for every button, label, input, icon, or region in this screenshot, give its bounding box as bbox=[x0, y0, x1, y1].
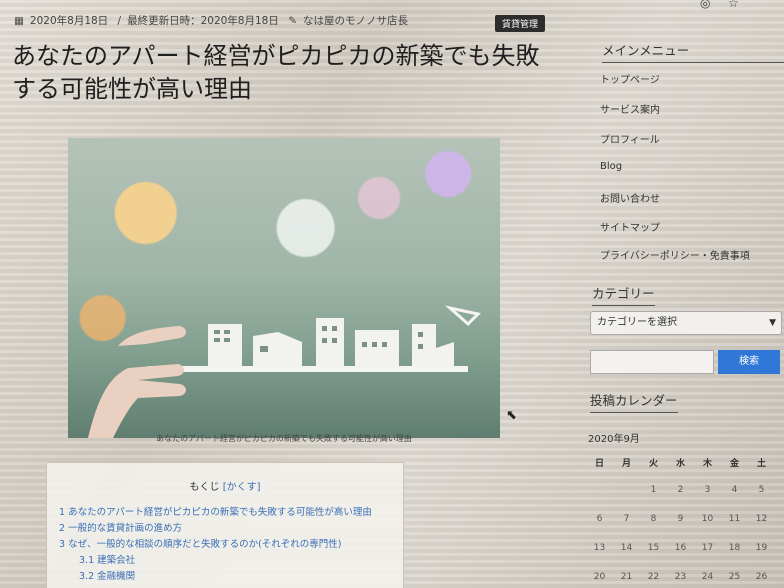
calendar-day: 6 bbox=[596, 514, 603, 524]
category-title: カテゴリー bbox=[592, 283, 655, 306]
calendar-day: 15 bbox=[647, 543, 660, 553]
calendar-day: 11 bbox=[728, 514, 741, 524]
calendar-icon: ▦ bbox=[14, 15, 24, 27]
toc-subitem[interactable]: 3.1 建築会社 bbox=[59, 553, 403, 569]
star-icon[interactable]: ☆ bbox=[728, 0, 739, 10]
browser-icon[interactable]: ◎ bbox=[700, 0, 710, 10]
weekday-label: 木 bbox=[702, 459, 712, 469]
calendar-day: 26 bbox=[755, 572, 768, 582]
toc-item[interactable]: 1 あなたのアパート経営がピカピカの新築でも失敗する可能性が高い理由 bbox=[59, 505, 403, 521]
weekday-label: 月 bbox=[621, 459, 631, 469]
calendar-day: 5 bbox=[758, 485, 765, 495]
calendar-day: 19 bbox=[755, 543, 768, 553]
toc-toggle-link[interactable]: [かくす] bbox=[223, 482, 261, 493]
menu-item-top[interactable]: トップページ bbox=[600, 71, 660, 86]
weekday-label: 火 bbox=[648, 459, 658, 469]
calendar-day: 3 bbox=[704, 485, 711, 495]
toc-item[interactable]: 2 一般的な賃貸計画の進め方 bbox=[59, 521, 403, 537]
calendar-day: 13 bbox=[593, 543, 606, 553]
toc-item[interactable]: 3 なぜ、一般的な相談の順序だと失敗するのか(それぞれの専門性) bbox=[59, 537, 403, 553]
menu-item-blog[interactable]: Blog bbox=[600, 161, 622, 172]
calendar-day: 2 bbox=[677, 485, 684, 495]
weekday-label: 水 bbox=[675, 459, 685, 469]
category-badge[interactable]: 賃貸管理 bbox=[495, 15, 546, 32]
weekday-label: 土 bbox=[756, 459, 766, 469]
calendar-title: 投稿カレンダー bbox=[590, 390, 678, 413]
post-meta: ▦ 2020年8月18日 / 最終更新日時：2020年8月18日 ✎ なは屋のモノノサ… bbox=[14, 13, 414, 28]
pencil-icon: ✎ bbox=[288, 15, 297, 27]
hero-image bbox=[68, 138, 500, 438]
calendar-day: 9 bbox=[677, 514, 684, 524]
calendar-day: 22 bbox=[647, 572, 660, 582]
toc-subitem[interactable]: 3.2 金融機関 bbox=[59, 569, 403, 585]
calendar-day: 23 bbox=[674, 572, 687, 582]
chevron-down-icon: ▼ bbox=[769, 318, 776, 328]
post-title: あなたのアパート経営がピカピカの新築でも失敗する可能性が高い理由 bbox=[12, 42, 540, 103]
calendar-grid: 日 月 火 水 木 金 土 1 2 3 4 5 6 7 8 9 10 11 12… bbox=[586, 456, 775, 588]
image-caption: あなたのアパート経営がピカピカの新築でも失敗する可能性が高い理由 bbox=[156, 434, 412, 443]
calendar-day: 24 bbox=[701, 572, 714, 582]
search-input[interactable] bbox=[590, 350, 714, 374]
category-select[interactable]: カテゴリーを選択 ▼ bbox=[590, 311, 782, 335]
menu-item-profile[interactable]: プロフィール bbox=[600, 131, 660, 146]
toc-heading: もくじ bbox=[189, 482, 220, 493]
author-name[interactable]: なは屋のモノノサ店長 bbox=[303, 15, 408, 27]
calendar-day: 18 bbox=[728, 543, 741, 553]
weekday-label: 金 bbox=[729, 459, 739, 469]
calendar-day: 21 bbox=[620, 572, 633, 582]
meta-separator: / bbox=[117, 15, 122, 27]
calendar-day: 12 bbox=[755, 514, 768, 524]
weekday-label: 日 bbox=[594, 459, 604, 469]
updated-date: 最終更新日時：2020年8月18日 bbox=[127, 15, 279, 27]
calendar-day: 16 bbox=[674, 543, 687, 553]
calendar-day: 8 bbox=[650, 514, 657, 524]
calendar-day bbox=[586, 485, 613, 514]
mouse-cursor-icon: ⬉ bbox=[506, 408, 517, 423]
published-date: 2020年8月18日 bbox=[29, 15, 109, 27]
main-menu-title: メインメニュー bbox=[602, 40, 784, 63]
toc-list: 1 あなたのアパート経営がピカピカの新築でも失敗する可能性が高い理由 2 一般的… bbox=[47, 505, 403, 585]
table-of-contents: もくじ [かくす] 1 あなたのアパート経営がピカピカの新築でも失敗する可能性が… bbox=[46, 462, 404, 588]
calendar-day bbox=[613, 485, 640, 514]
menu-item-privacy[interactable]: プライバシーポリシー・免責事項 bbox=[600, 247, 750, 262]
toc-header: もくじ [かくす] bbox=[47, 478, 403, 493]
calendar-day: 7 bbox=[623, 514, 630, 524]
menu-item-sitemap[interactable]: サイトマップ bbox=[600, 219, 660, 234]
calendar-day: 4 bbox=[731, 485, 738, 495]
calendar-day: 25 bbox=[728, 572, 741, 582]
city-hand-illustration bbox=[88, 305, 482, 438]
calendar-month: 2020年9月 bbox=[588, 434, 640, 445]
calendar-day: 20 bbox=[593, 572, 606, 582]
calendar-day: 10 bbox=[701, 514, 714, 524]
menu-item-services[interactable]: サービス案内 bbox=[600, 101, 660, 116]
category-select-value: カテゴリーを選択 bbox=[597, 317, 677, 328]
calendar-day: 1 bbox=[650, 485, 657, 495]
search-button[interactable]: 検索 bbox=[718, 350, 780, 374]
menu-item-contact[interactable]: お問い合わせ bbox=[600, 190, 660, 205]
calendar-day: 17 bbox=[701, 543, 714, 553]
calendar-day: 14 bbox=[620, 543, 633, 553]
